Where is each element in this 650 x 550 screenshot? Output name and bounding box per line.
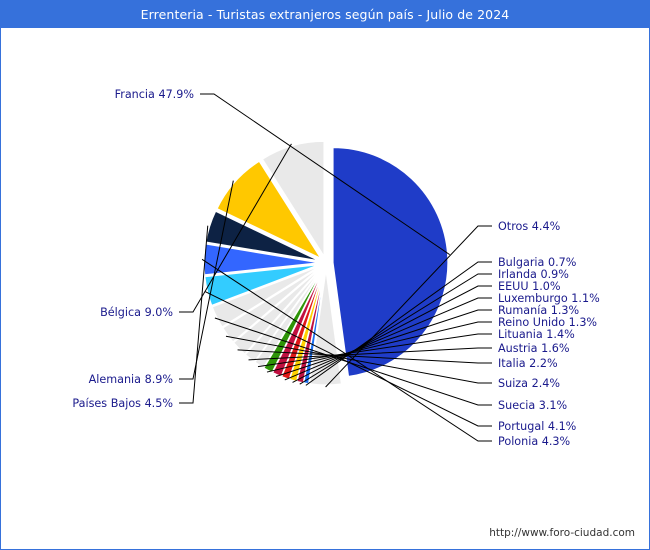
slice-label: Austria 1.6% (498, 342, 570, 355)
pie-chart-svg: Francia 47.9%Otros 4.4%Bulgaria 0.7%Irla… (72, 88, 600, 448)
slice-label: Países Bajos 4.5% (72, 397, 173, 410)
slice-label: Alemania 8.9% (89, 373, 174, 386)
slice-label: Polonia 4.3% (498, 435, 571, 448)
chart-window: Errenteria - Turistas extranjeros según … (0, 0, 650, 550)
slice-label: Francia 47.9% (115, 88, 195, 101)
slice-label: Bélgica 9.0% (100, 306, 173, 319)
slice-label: Lituania 1.4% (498, 328, 575, 341)
slice-label: Portugal 4.1% (498, 420, 577, 433)
pie-slice[interactable] (332, 146, 449, 378)
slice-label: Italia 2.2% (498, 357, 558, 370)
pie-chart-area: Francia 47.9% Otros 4.4% Bulgaria 0.7% Irla… (1, 28, 649, 549)
slice-label: Otros 4.4% (498, 220, 561, 233)
slice-label: Suiza 2.4% (498, 377, 560, 390)
title-bar: Errenteria - Turistas extranjeros según … (1, 1, 649, 28)
source-url: http://www.foro-ciudad.com (489, 527, 635, 539)
slice-label: Suecia 3.1% (498, 399, 568, 412)
page-title: Errenteria - Turistas extranjeros según … (140, 7, 510, 22)
pie-slices (203, 140, 449, 386)
